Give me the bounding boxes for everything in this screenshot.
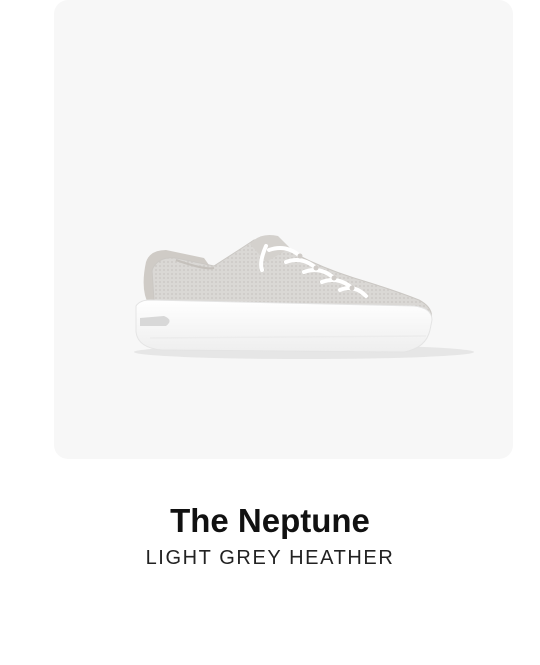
sneaker-icon — [134, 235, 474, 359]
product-image[interactable] — [54, 0, 513, 459]
product-card[interactable]: The Neptune LIGHT GREY HEATHER — [0, 0, 540, 665]
product-name[interactable]: The Neptune — [0, 500, 540, 542]
product-color: LIGHT GREY HEATHER — [145, 547, 395, 569]
